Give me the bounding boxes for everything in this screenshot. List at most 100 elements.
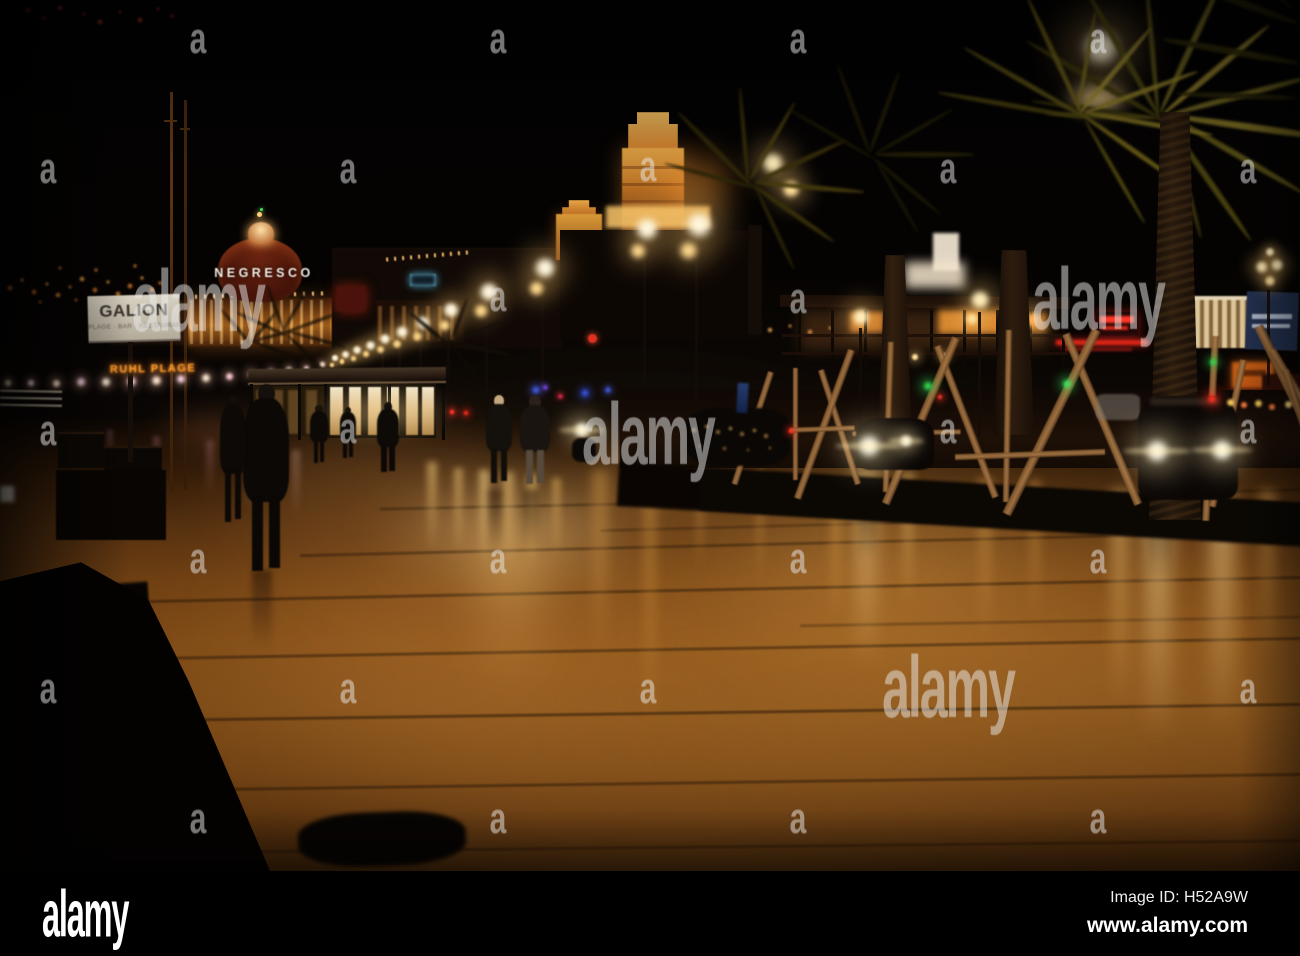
neon-blur-core: [532, 386, 540, 394]
blue-banner: [736, 382, 749, 414]
red-neon-text: [1102, 326, 1128, 330]
vignette-top: [0, 0, 1300, 180]
pedestrian-legs: [500, 448, 507, 482]
metal-glint: [691, 427, 697, 433]
reflection-streak: [592, 470, 608, 670]
pedestrian-silhouette: [377, 402, 399, 473]
lamp-globe: [911, 353, 919, 361]
lamp-globe: [329, 361, 336, 368]
night-promenade-photo: NEGRESCO GALION PLAGE · BAR · RESTAURANT…: [0, 0, 1300, 871]
traffic-signal-light: [937, 394, 943, 400]
pedestrian-silhouette: [220, 395, 246, 523]
metal-glint: [751, 427, 757, 433]
pedestrian-silhouette: [243, 384, 289, 572]
metal-glint: [715, 429, 721, 435]
pedestrian-legs: [313, 440, 318, 463]
metal-glint: [768, 446, 772, 450]
pedestrian-legs: [389, 444, 395, 471]
reflection-streak: [643, 480, 657, 740]
reflection-streak: [292, 450, 300, 520]
pedestrian-legs: [348, 438, 353, 458]
alamy-url-text: www.alamy.com: [1086, 914, 1248, 937]
pedestrian-silhouette: [340, 407, 356, 459]
parked-scooters: [686, 408, 790, 466]
pedestrian-body: [377, 409, 399, 447]
red-light-dot: [588, 334, 597, 343]
lamp-globe: [473, 302, 490, 319]
headlight-flare: [558, 427, 606, 433]
vignette-right: [1240, 0, 1300, 871]
pedestrian-silhouette: [520, 395, 550, 485]
metal-glint: [721, 445, 727, 451]
distant-lamp-core: [176, 374, 186, 384]
lamp-pole: [978, 312, 981, 437]
traffic-signal-light: [1207, 394, 1217, 404]
pedestrian-legs: [491, 448, 498, 483]
traffic-signal-light: [788, 428, 794, 434]
dark-reflection: [252, 570, 272, 650]
pavilion-canopy: [247, 366, 447, 386]
negresco-rooftop-sign: NEGRESCO: [214, 266, 314, 280]
distant-lamp-core: [150, 374, 162, 386]
traffic-signal-light: [1209, 358, 1217, 366]
vignette-bottom: [0, 810, 1300, 871]
negresco-cupola: [248, 222, 274, 244]
distant-lamp-core: [224, 371, 234, 381]
bright-glow-patch: [905, 262, 965, 288]
pedestrian-body: [486, 403, 512, 452]
footer-info: Image ID: H52A9W www.alamy.com: [1087, 889, 1248, 938]
lamp-globe: [965, 312, 979, 326]
reflection-streak: [480, 540, 540, 700]
metal-glint: [727, 425, 733, 431]
blue-neon-sign: [410, 274, 436, 286]
pedestrian-legs: [234, 470, 241, 520]
pedestrian-body: [520, 405, 550, 453]
vignette-left: [0, 0, 130, 871]
neon-blur-core: [557, 393, 563, 399]
traffic-signal-light: [1062, 379, 1072, 389]
metal-glint: [698, 444, 702, 448]
pedestrian-silhouette: [310, 405, 328, 463]
terrace-post: [798, 310, 801, 366]
distant-lamp-core: [201, 373, 211, 383]
van-silhouette: [1096, 394, 1140, 420]
pedestrian-legs: [536, 449, 544, 483]
lamp-globe: [851, 307, 871, 327]
pedestrian-legs: [381, 444, 387, 473]
scooter-silhouette: [572, 438, 596, 462]
metal-glint: [763, 433, 769, 439]
headlight-flare: [1123, 448, 1191, 454]
neon-blur-core: [542, 384, 548, 390]
neon-blur-core: [581, 389, 589, 397]
red-neon-text: [1100, 316, 1134, 323]
pedestrian-body: [243, 398, 289, 502]
pedestrian-legs: [252, 496, 264, 572]
terrace-post: [930, 310, 933, 366]
pedestrian-silhouette: [486, 395, 512, 483]
negresco-finial-light: [257, 212, 262, 217]
pedestrian-body: [220, 403, 246, 475]
pavilion-post: [298, 384, 301, 440]
metal-glint: [746, 448, 750, 452]
metal-glint: [703, 423, 709, 429]
alamy-logo: alamy: [42, 875, 129, 951]
pedestrian-legs: [320, 440, 325, 462]
terrace-post: [831, 310, 834, 366]
dark-reflection: [523, 490, 539, 550]
red-storefront: [336, 286, 366, 312]
traffic-signal-light: [923, 381, 933, 391]
reflection-streak: [206, 440, 214, 500]
reflection-streak: [427, 462, 437, 557]
alamy-stock-photo-page: NEGRESCO GALION PLAGE · BAR · RESTAURANT…: [0, 0, 1300, 956]
palm-trunk: [748, 225, 762, 335]
pedestrian-body: [340, 412, 356, 440]
metal-glint: [739, 431, 745, 437]
alamy-footer-bar: alamy Image ID: H52A9W www.alamy.com: [0, 871, 1300, 956]
pedestrian-body: [310, 411, 328, 442]
pedestrian-legs: [343, 438, 348, 459]
pedestrian-legs: [268, 496, 280, 568]
headlight-flare: [887, 438, 925, 444]
image-id-text: Image ID: H52A9W: [1110, 889, 1248, 906]
reflection-streak: [453, 468, 463, 558]
dark-reflection: [488, 490, 502, 550]
